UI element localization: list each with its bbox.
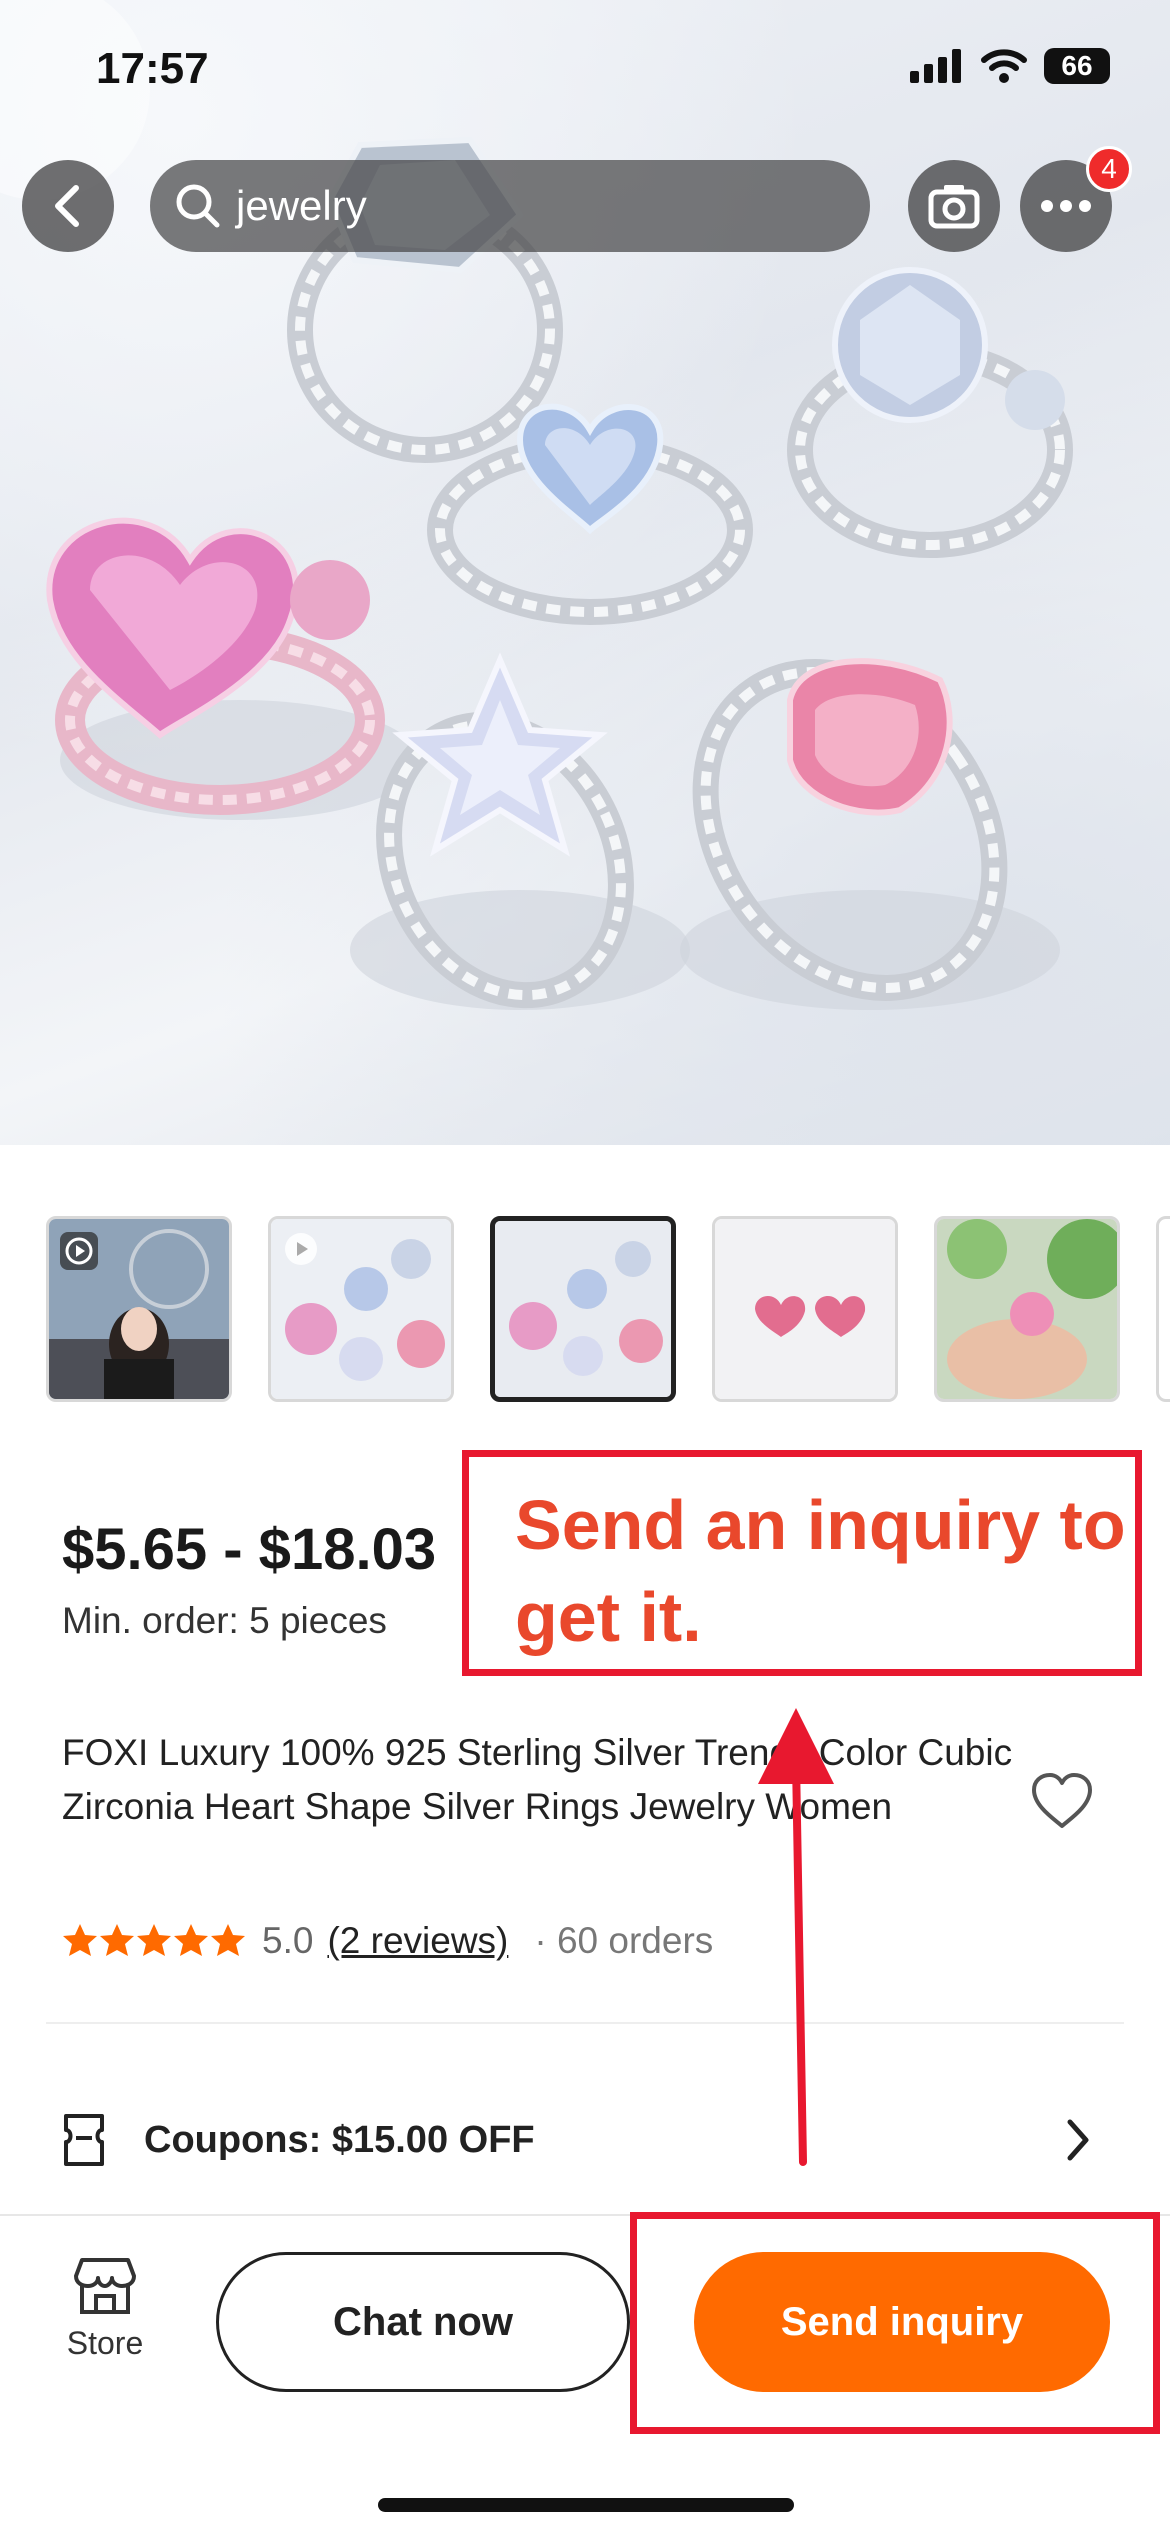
thumbnail-video[interactable] [46, 1216, 232, 1402]
coupon-text: Coupons: $15.00 OFF [144, 2118, 535, 2161]
annotation-callout: Send an inquiry to get it. [462, 1450, 1142, 1676]
coupon-ticket-icon [64, 2114, 104, 2166]
thumbnail-image-3[interactable] [712, 1216, 898, 1402]
heart-icon [1032, 1773, 1092, 1828]
search-input[interactable]: jewelry [150, 160, 870, 252]
rating-value: 5.0 [262, 1920, 314, 1961]
more-dots-icon [1041, 200, 1091, 212]
rings-thumbnail-image [495, 1221, 671, 1397]
back-button[interactable] [22, 160, 114, 252]
chevron-left-icon [55, 185, 79, 227]
search-icon [176, 184, 220, 228]
product-title: FOXI Luxury 100% 925 Sterling Silver Tre… [62, 1732, 1013, 1827]
min-order-text: Min. order: 5 pieces [62, 1600, 387, 1641]
thumbnail-image-2[interactable] [490, 1216, 676, 1402]
earrings-thumbnail-image [715, 1219, 895, 1399]
cellular-signal-icon [910, 49, 961, 83]
ring-hand-thumbnail-image [937, 1219, 1117, 1399]
reviews-link[interactable]: (2 reviews) [327, 1920, 508, 1962]
rating-row: 5.0 (2 reviews) · 60 orders [62, 1920, 713, 1962]
store-label: Store [66, 2325, 144, 2361]
search-query-text: jewelry [236, 182, 367, 229]
coupons-row[interactable]: Coupons: $15.00 OFF [62, 2100, 1102, 2180]
annotation-highlight-box [630, 2212, 1160, 2434]
chevron-right-icon [1067, 2119, 1089, 2161]
thumbnail-strip[interactable] [46, 1216, 1170, 1408]
thumbnail-image-4[interactable] [934, 1216, 1120, 1402]
battery-indicator: 66 [1044, 48, 1110, 84]
favorite-button[interactable] [1030, 1772, 1100, 1836]
thumbnail-image-5[interactable] [1156, 1216, 1170, 1402]
image-search-button[interactable] [908, 160, 1000, 252]
video-play-icon [60, 1232, 98, 1270]
thumbnail-image-1[interactable] [268, 1216, 454, 1402]
wifi-icon [981, 49, 1027, 83]
five-star-rating-icon [63, 1924, 245, 1956]
orders-count: · 60 orders [534, 1920, 714, 1961]
status-icons: 66 [910, 48, 1110, 84]
store-icon [74, 2258, 136, 2314]
divider [46, 2022, 1124, 2024]
camera-icon [928, 185, 980, 229]
play-icon [285, 1233, 317, 1265]
home-indicator[interactable] [378, 2498, 794, 2512]
chat-now-button[interactable]: Chat now [216, 2252, 630, 2392]
price-range: $5.65 - $18.03 [62, 1517, 437, 1582]
annotation-callout-text: Send an inquiry to get it. [515, 1486, 1126, 1656]
store-button[interactable]: Store [50, 2256, 160, 2376]
notification-badge: 4 [1086, 146, 1132, 192]
status-time: 17:57 [96, 44, 209, 93]
